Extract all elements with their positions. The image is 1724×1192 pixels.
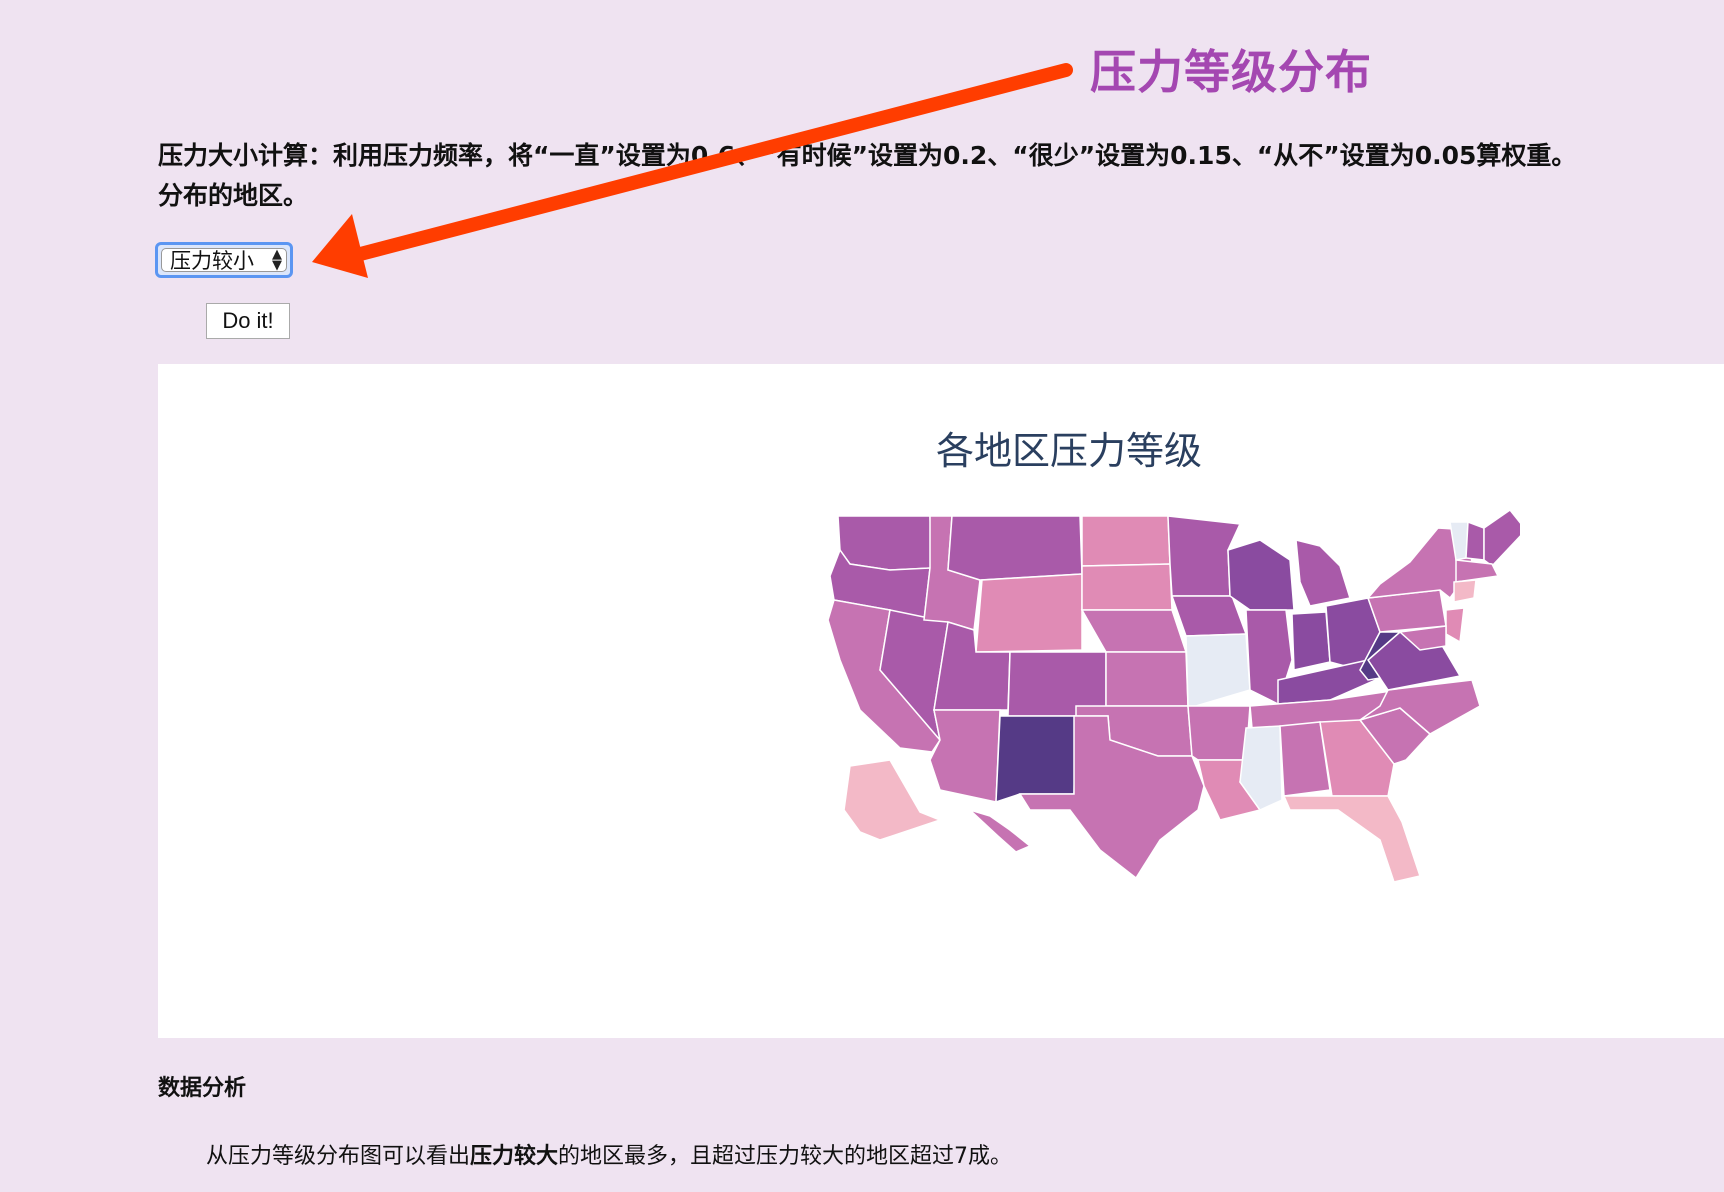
state-mt[interactable] <box>947 515 1083 581</box>
state-ks[interactable] <box>1105 651 1189 707</box>
intro-text-line2: 分布的地区。 <box>158 181 309 210</box>
us-choropleth-map <box>827 510 1520 883</box>
state-ma[interactable] <box>1455 559 1500 583</box>
state-me[interactable] <box>1483 510 1520 568</box>
state-fl[interactable] <box>1282 795 1421 883</box>
state-nm[interactable] <box>995 715 1077 804</box>
analysis-heading: 数据分析 <box>158 1076 247 1101</box>
select-value: 压力较小 <box>170 249 254 273</box>
analysis-text-post: 的地区最多，且超过压力较大的地区超过7成。 <box>558 1144 1013 1169</box>
state-mi[interactable] <box>1295 539 1351 607</box>
state-ct[interactable] <box>1453 579 1477 603</box>
do-it-button[interactable]: Do it! <box>206 303 290 339</box>
analysis-text-bold: 压力较大 <box>470 1144 559 1169</box>
state-in[interactable] <box>1291 611 1331 671</box>
state-wi[interactable] <box>1227 539 1295 611</box>
chart-title: 各地区压力等级 <box>936 429 1203 473</box>
state-az[interactable] <box>929 709 1001 803</box>
select-arrows-icon: ▲ ▼ <box>272 247 282 273</box>
state-nj[interactable] <box>1445 607 1465 644</box>
stress-level-select[interactable]: 压力较小 ▲ ▼ <box>155 242 293 278</box>
state-ia[interactable] <box>1170 595 1248 637</box>
analysis-text: 从压力等级分布图可以看出压力较大的地区最多，且超过压力较大的地区超过7成。 <box>206 1138 1012 1170</box>
page: 压力等级分布 压力大小计算：利用压力频率，将“一直”设置为0.6、“有时候”设置… <box>0 0 1724 1192</box>
state-ak[interactable] <box>843 759 943 841</box>
state-hi[interactable] <box>969 809 1032 853</box>
state-mo[interactable] <box>1185 633 1251 707</box>
intro-text: 压力大小计算：利用压力频率，将“一直”设置为0.6、“有时候”设置为0.2、“很… <box>158 141 1577 170</box>
state-wy[interactable] <box>975 573 1083 653</box>
annotation-title: 压力等级分布 <box>1090 45 1372 99</box>
state-ar[interactable] <box>1187 705 1251 761</box>
state-ne[interactable] <box>1080 609 1188 653</box>
analysis-text-pre: 从压力等级分布图可以看出 <box>206 1144 471 1169</box>
state-nh[interactable] <box>1465 520 1485 561</box>
select-box[interactable]: 压力较小 ▲ ▼ <box>161 247 287 273</box>
state-wa[interactable] <box>837 515 933 571</box>
state-nd[interactable] <box>1081 515 1171 567</box>
state-sd[interactable] <box>1081 563 1173 611</box>
